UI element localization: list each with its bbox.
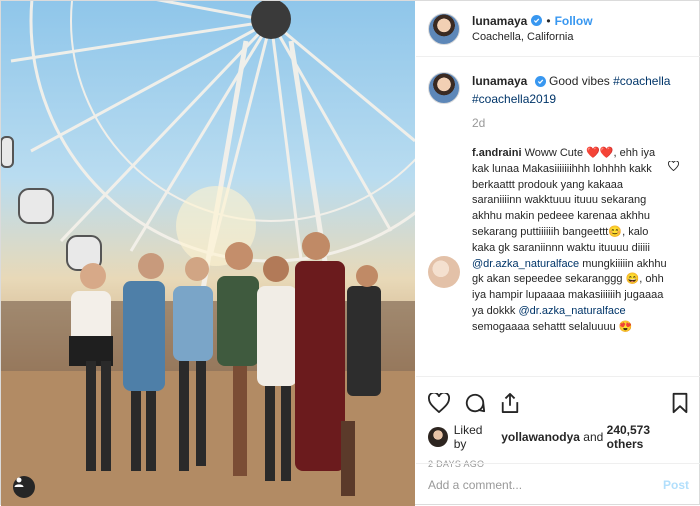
hashtag-link[interactable]: #coachella xyxy=(613,74,670,88)
share-icon[interactable] xyxy=(500,392,520,414)
separator: • xyxy=(546,13,551,28)
caption-time: 2d xyxy=(472,116,486,130)
post-comment-button[interactable]: Post xyxy=(663,478,689,492)
smile-emoji: 😊 xyxy=(608,225,623,238)
caption-avatar[interactable] xyxy=(428,72,460,104)
comment-like-icon[interactable] xyxy=(668,158,679,176)
comment-text: , ehh iya kak lunaa Makasiiiiiiihhh lohh… xyxy=(472,147,656,238)
post-photo[interactable] xyxy=(1,1,415,506)
avatar[interactable] xyxy=(428,12,460,45)
post-header: lunamaya • Follow Coachella, California xyxy=(416,1,700,57)
comment-text: Woww Cute xyxy=(524,147,584,159)
liker-username[interactable]: yollawanodya xyxy=(501,430,580,444)
comment-input[interactable]: Add a comment... xyxy=(428,478,663,492)
likes-connector: and xyxy=(583,430,604,444)
grin-emoji: 😄 xyxy=(625,273,640,286)
post-sidebar: lunamaya • Follow Coachella, California … xyxy=(416,1,700,506)
ferris-wheel-scene xyxy=(1,1,415,506)
mention-link[interactable]: @dr.azka_naturalface xyxy=(472,258,579,270)
heart-outline-icon[interactable] xyxy=(428,393,450,413)
instagram-post: lunamaya • Follow Coachella, California … xyxy=(0,0,700,506)
add-comment-bar: Add a comment... Post xyxy=(416,463,700,506)
caption: lunamaya Good vibes #coachella #coachell… xyxy=(428,72,689,108)
mention-link[interactable]: @dr.azka_naturalface xyxy=(518,305,625,317)
likes-count[interactable]: 240,573 others xyxy=(607,423,689,451)
comments-list[interactable]: lunamaya Good vibes #coachella #coachell… xyxy=(416,58,700,376)
caption-text: Good vibes xyxy=(549,74,610,88)
comment-username[interactable]: f.andraini xyxy=(472,147,522,159)
heart-emoji: ❤️❤️ xyxy=(586,147,614,159)
follow-button[interactable]: Follow xyxy=(555,13,593,29)
location-link[interactable]: Coachella, California xyxy=(472,29,593,45)
user-tag-icon[interactable] xyxy=(13,476,35,498)
verified-badge-icon xyxy=(531,15,543,26)
liker-avatar[interactable] xyxy=(428,427,448,447)
hashtag-link[interactable]: #coachella2019 xyxy=(472,92,556,106)
bookmark-icon[interactable] xyxy=(671,392,689,414)
comment-icon[interactable] xyxy=(464,392,486,414)
header-username[interactable]: lunamaya xyxy=(472,13,527,29)
heart-eyes-emoji: 😍 xyxy=(618,320,633,333)
comment: f.andraini Woww Cute ❤️❤️, ehh iya kak l… xyxy=(428,146,689,336)
likes-prefix: Liked by xyxy=(453,423,483,451)
likes-summary: Liked by yollawanodya and 240,573 others xyxy=(428,423,689,451)
user-silhouette-icon xyxy=(14,477,24,487)
verified-badge-icon xyxy=(534,76,546,87)
post-actions: Liked by yollawanodya and 240,573 others… xyxy=(416,376,700,469)
caption-username[interactable]: lunamaya xyxy=(472,74,527,88)
comment-text: semogaaaa sehattt selaluuuu xyxy=(472,320,616,333)
comment-avatar[interactable] xyxy=(428,256,460,288)
